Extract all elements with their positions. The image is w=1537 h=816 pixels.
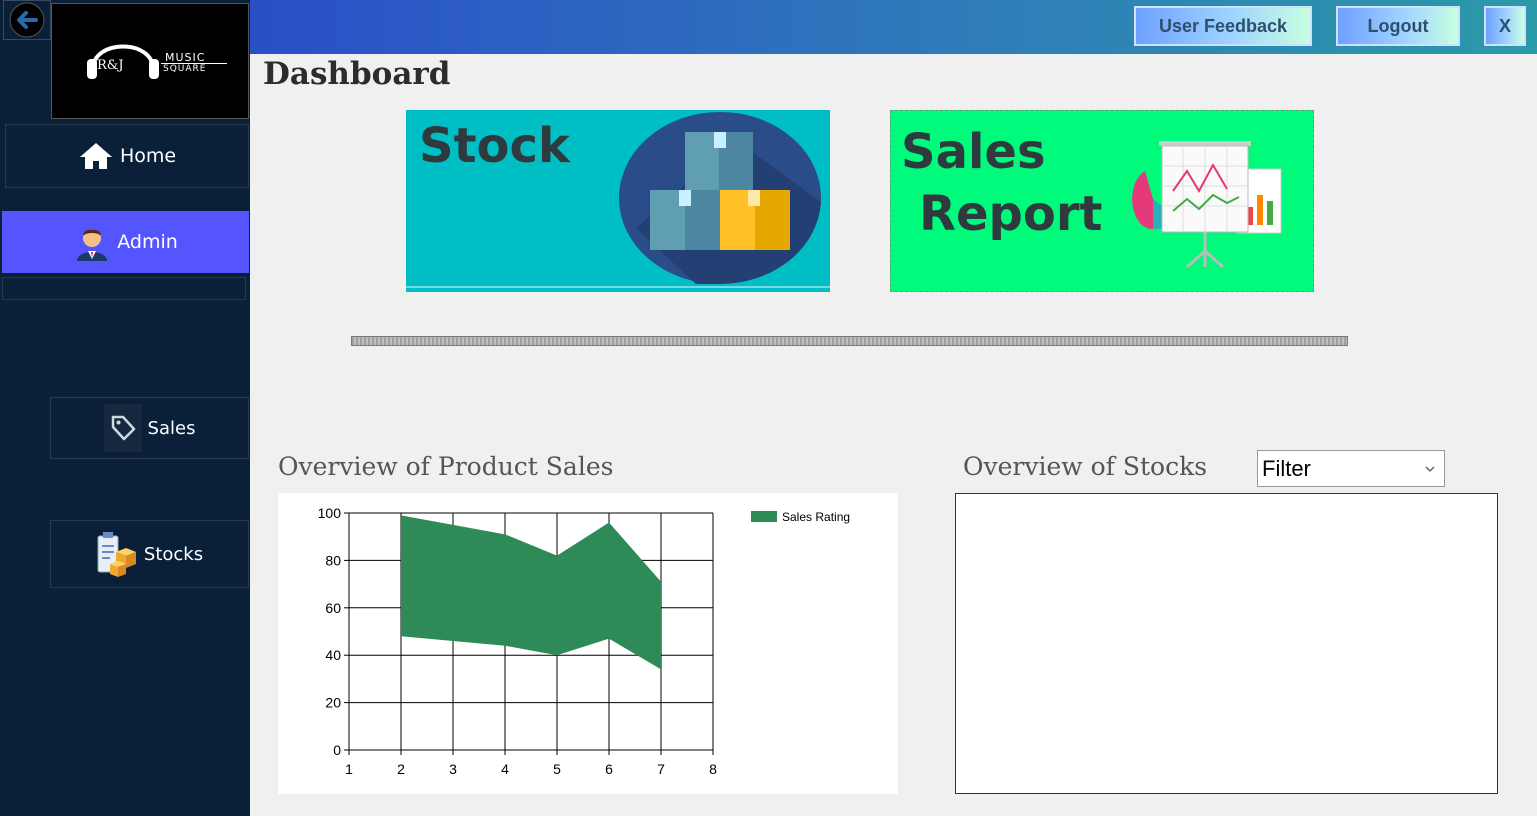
stock-boxes-illustration: [406, 112, 830, 288]
x-tick-label: 8: [709, 761, 717, 777]
x-tick-label: 1: [345, 761, 353, 777]
legend-label: Sales Rating: [782, 510, 850, 524]
presentation-board-icon: [1132, 141, 1282, 269]
loading-progress-bar: [351, 336, 1348, 346]
sidebar-item-sales[interactable]: Sales: [50, 397, 249, 459]
back-arrow-icon: [9, 2, 45, 38]
close-button[interactable]: X: [1484, 6, 1526, 46]
chevron-down-icon: [1424, 465, 1440, 473]
sales-chart-svg: 1 2 3 4 5 6 7 8020406080100 Sales Rating: [318, 505, 850, 777]
user-feedback-button[interactable]: User Feedback: [1134, 6, 1312, 46]
sidebar-spacer: [2, 277, 246, 300]
y-tick-label: 80: [325, 552, 341, 568]
sales-report-tile[interactable]: Sales Report: [890, 110, 1314, 292]
x-tick-label: 3: [449, 761, 457, 777]
x-tick-label: 4: [501, 761, 509, 777]
sidebar-item-admin[interactable]: Admin: [2, 211, 249, 273]
y-tick-label: 60: [325, 600, 341, 616]
page-title: Dashboard: [263, 56, 451, 92]
x-tick-label: 2: [397, 761, 405, 777]
sidebar-item-home[interactable]: Home: [5, 124, 249, 188]
legend-swatch: [751, 511, 777, 522]
sidebar-item-label: Stocks: [143, 543, 204, 565]
stock-tile[interactable]: Stock: [406, 110, 830, 292]
y-tick-label: 0: [333, 742, 341, 758]
brand-line2: SQUARE: [163, 64, 207, 74]
brand-logo: R&J MUSIC SQUARE: [51, 3, 249, 119]
sidebar-item-label: Home: [119, 145, 177, 167]
sidebar: R&J MUSIC SQUARE Home Admin Sales Stocks: [0, 0, 250, 816]
y-tick-label: 20: [325, 695, 341, 711]
x-tick-label: 6: [605, 761, 613, 777]
brand-initials: R&J: [97, 58, 124, 73]
admin-avatar-icon: [77, 229, 108, 261]
top-bar: User Feedback Logout X: [250, 0, 1537, 54]
x-tick-label: 5: [553, 761, 561, 777]
sidebar-item-label: Admin: [117, 231, 178, 253]
area-series-sales-rating: [401, 515, 661, 670]
logout-button[interactable]: Logout: [1336, 6, 1460, 46]
stocks-overview-title: Overview of Stocks: [963, 452, 1208, 481]
filter-selected-value: Filter: [1262, 455, 1311, 481]
sidebar-item-label: Sales: [147, 417, 196, 439]
sales-overview-title: Overview of Product Sales: [278, 452, 614, 481]
home-icon: [79, 143, 112, 169]
product-sales-chart: 1 2 3 4 5 6 7 8 0 20 40 60 80 100 Sales Rating: [278, 493, 898, 794]
sidebar-item-stocks[interactable]: Stocks: [50, 520, 249, 588]
stock-boxes-icon: [97, 532, 136, 577]
stocks-overview-panel: [955, 493, 1498, 794]
filter-dropdown[interactable]: Filter: [1257, 450, 1445, 487]
y-tick-label: 40: [325, 647, 341, 663]
headphones-icon: [87, 44, 159, 79]
y-tick-label: 100: [318, 505, 342, 521]
back-button[interactable]: [3, 0, 51, 40]
price-tag-icon: [103, 404, 142, 452]
x-tick-label: 7: [657, 761, 665, 777]
